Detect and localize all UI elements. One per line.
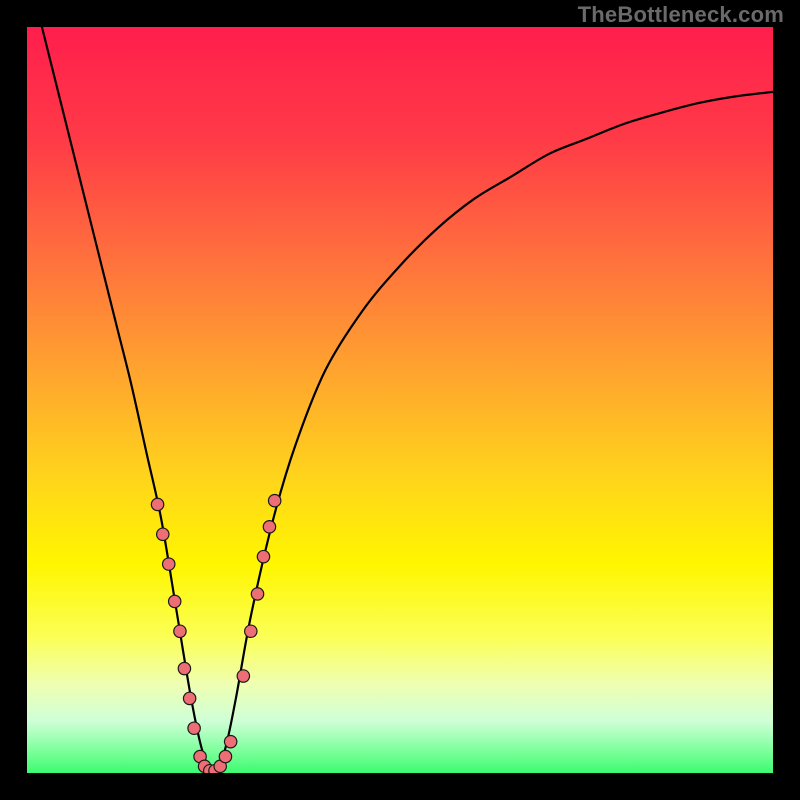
curve-marker — [169, 595, 181, 607]
curve-marker — [245, 625, 257, 637]
curve-markers — [151, 495, 281, 773]
plot-area — [27, 27, 773, 773]
watermark-text: TheBottleneck.com — [578, 2, 784, 28]
curve-marker — [224, 735, 236, 747]
curve-marker — [178, 662, 190, 674]
curve-marker — [174, 625, 186, 637]
chart-svg — [27, 27, 773, 773]
curve-marker — [163, 558, 175, 570]
curve-marker — [263, 521, 275, 533]
curve-marker — [268, 495, 280, 507]
curve-marker — [237, 670, 249, 682]
frame: TheBottleneck.com — [0, 0, 800, 800]
curve-marker — [157, 528, 169, 540]
curve-marker — [219, 750, 231, 762]
curve-marker — [151, 498, 163, 510]
bottleneck-curve — [42, 27, 773, 773]
curve-marker — [257, 550, 269, 562]
curve-marker — [251, 588, 263, 600]
curve-marker — [188, 722, 200, 734]
curve-marker — [183, 692, 195, 704]
